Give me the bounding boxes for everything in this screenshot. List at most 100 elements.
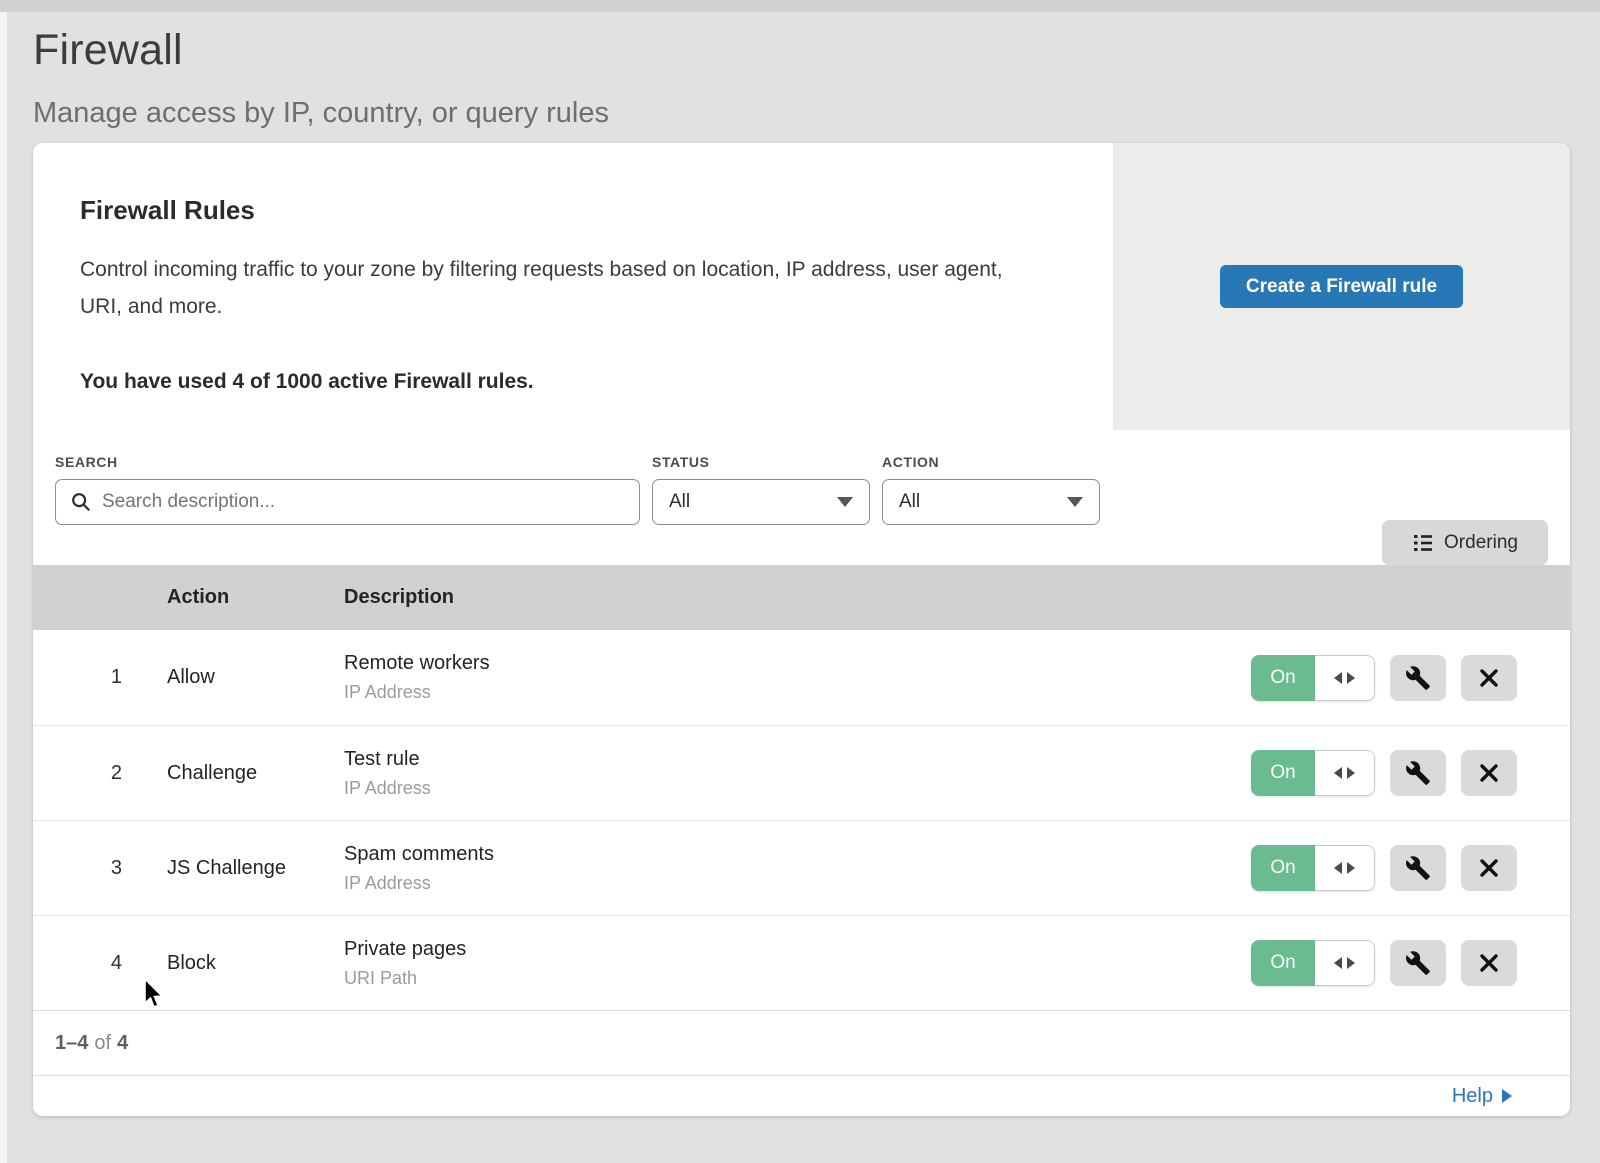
- rule-priority: 1: [33, 666, 167, 689]
- arrow-left-icon: [1334, 957, 1342, 969]
- close-icon: [1477, 666, 1501, 690]
- table-row: 4 Block Private pages URI Path On: [33, 915, 1570, 1010]
- rule-enabled-toggle[interactable]: On: [1251, 845, 1375, 891]
- search-input[interactable]: [102, 491, 625, 513]
- chevron-down-icon: [837, 497, 853, 507]
- search-icon: [70, 491, 92, 513]
- card-footer: Help: [33, 1075, 1570, 1116]
- delete-rule-button[interactable]: [1461, 940, 1517, 986]
- arrow-right-icon: [1347, 672, 1355, 684]
- rule-match-type: IP Address: [344, 873, 1251, 894]
- rule-match-type: IP Address: [344, 778, 1251, 799]
- filter-spacer: [1100, 454, 1382, 565]
- toggle-on-label: On: [1251, 845, 1315, 891]
- arrow-left-icon: [1334, 672, 1342, 684]
- rule-action: Allow: [167, 666, 344, 689]
- ordering-button[interactable]: Ordering: [1382, 520, 1548, 565]
- rule-priority: 3: [33, 857, 167, 880]
- rule-priority: 2: [33, 762, 167, 785]
- rule-action: JS Challenge: [167, 857, 344, 880]
- arrow-right-icon: [1502, 1089, 1512, 1103]
- panel-description: Control incoming traffic to your zone by…: [80, 252, 1030, 326]
- wrench-icon: [1405, 760, 1431, 786]
- delete-rule-button[interactable]: [1461, 845, 1517, 891]
- arrow-left-icon: [1334, 862, 1342, 874]
- pagination-total: 4: [117, 1032, 128, 1055]
- table-row: 3 JS Challenge Spam comments IP Address …: [33, 820, 1570, 915]
- filter-bar: SEARCH STATUS All ACTION All: [33, 430, 1570, 565]
- rule-description: Remote workers IP Address: [344, 652, 1251, 703]
- arrow-right-icon: [1347, 767, 1355, 779]
- wrench-icon: [1405, 665, 1431, 691]
- close-icon: [1477, 951, 1501, 975]
- action-select[interactable]: All: [882, 479, 1100, 525]
- search-box: [55, 479, 640, 525]
- panel-intro: Firewall Rules Control incoming traffic …: [33, 143, 1113, 430]
- chevron-down-icon: [1067, 497, 1083, 507]
- page-subtitle: Manage access by IP, country, or query r…: [33, 97, 1600, 130]
- table-header-description: Description: [344, 586, 1570, 609]
- rules-table-body: 1 Allow Remote workers IP Address On: [33, 630, 1570, 1010]
- panel-usage-count: You have used 4 of 1000 active Firewall …: [80, 370, 1053, 394]
- search-filter-group: SEARCH: [55, 454, 640, 565]
- rule-action: Block: [167, 952, 344, 975]
- wrench-icon: [1405, 855, 1431, 881]
- help-link[interactable]: Help: [1452, 1085, 1512, 1108]
- arrow-right-icon: [1347, 957, 1355, 969]
- status-select-value: All: [669, 491, 690, 513]
- delete-rule-button[interactable]: [1461, 655, 1517, 701]
- help-link-label: Help: [1452, 1085, 1493, 1108]
- arrow-right-icon: [1347, 862, 1355, 874]
- action-filter-group: ACTION All: [882, 454, 1100, 565]
- panel-heading: Firewall Rules: [80, 195, 1053, 226]
- close-icon: [1477, 761, 1501, 785]
- rule-title: Private pages: [344, 938, 1251, 961]
- toggle-on-label: On: [1251, 940, 1315, 986]
- rule-description: Test rule IP Address: [344, 748, 1251, 799]
- table-row: 2 Challenge Test rule IP Address On: [33, 725, 1570, 820]
- rule-controls: On: [1251, 750, 1570, 796]
- rule-enabled-toggle[interactable]: On: [1251, 750, 1375, 796]
- rule-description: Spam comments IP Address: [344, 843, 1251, 894]
- ordered-list-icon: [1412, 532, 1434, 554]
- search-label: SEARCH: [55, 454, 640, 470]
- page-title: Firewall: [33, 26, 1600, 75]
- page-header: Firewall Manage access by IP, country, o…: [0, 0, 1600, 130]
- toggle-on-label: On: [1251, 750, 1315, 796]
- rule-description: Private pages URI Path: [344, 938, 1251, 989]
- table-header: Action Description: [33, 565, 1570, 630]
- rule-title: Spam comments: [344, 843, 1251, 866]
- rule-enabled-toggle[interactable]: On: [1251, 940, 1375, 986]
- firewall-rules-card: Firewall Rules Control incoming traffic …: [33, 143, 1570, 1116]
- rule-controls: On: [1251, 655, 1570, 701]
- delete-rule-button[interactable]: [1461, 750, 1517, 796]
- toggle-knob: [1315, 750, 1375, 796]
- arrow-left-icon: [1334, 767, 1342, 779]
- action-select-value: All: [899, 491, 920, 513]
- status-select[interactable]: All: [652, 479, 870, 525]
- action-label: ACTION: [882, 454, 1100, 470]
- toggle-knob: [1315, 845, 1375, 891]
- rule-enabled-toggle[interactable]: On: [1251, 655, 1375, 701]
- status-label: STATUS: [652, 454, 870, 470]
- status-filter-group: STATUS All: [652, 454, 870, 565]
- pagination-of: of: [94, 1032, 111, 1055]
- ordering-button-label: Ordering: [1444, 532, 1518, 554]
- card-header: Firewall Rules Control incoming traffic …: [33, 143, 1570, 430]
- rule-action: Challenge: [167, 762, 344, 785]
- close-icon: [1477, 856, 1501, 880]
- toggle-on-label: On: [1251, 655, 1315, 701]
- wrench-icon: [1405, 950, 1431, 976]
- rule-controls: On: [1251, 940, 1570, 986]
- edit-rule-button[interactable]: [1390, 750, 1446, 796]
- rule-priority: 4: [33, 952, 167, 975]
- edit-rule-button[interactable]: [1390, 940, 1446, 986]
- edit-rule-button[interactable]: [1390, 655, 1446, 701]
- toggle-knob: [1315, 655, 1375, 701]
- rule-match-type: IP Address: [344, 682, 1251, 703]
- rule-match-type: URI Path: [344, 968, 1251, 989]
- table-row: 1 Allow Remote workers IP Address On: [33, 630, 1570, 725]
- edit-rule-button[interactable]: [1390, 845, 1446, 891]
- rule-title: Remote workers: [344, 652, 1251, 675]
- create-firewall-rule-button[interactable]: Create a Firewall rule: [1220, 265, 1463, 308]
